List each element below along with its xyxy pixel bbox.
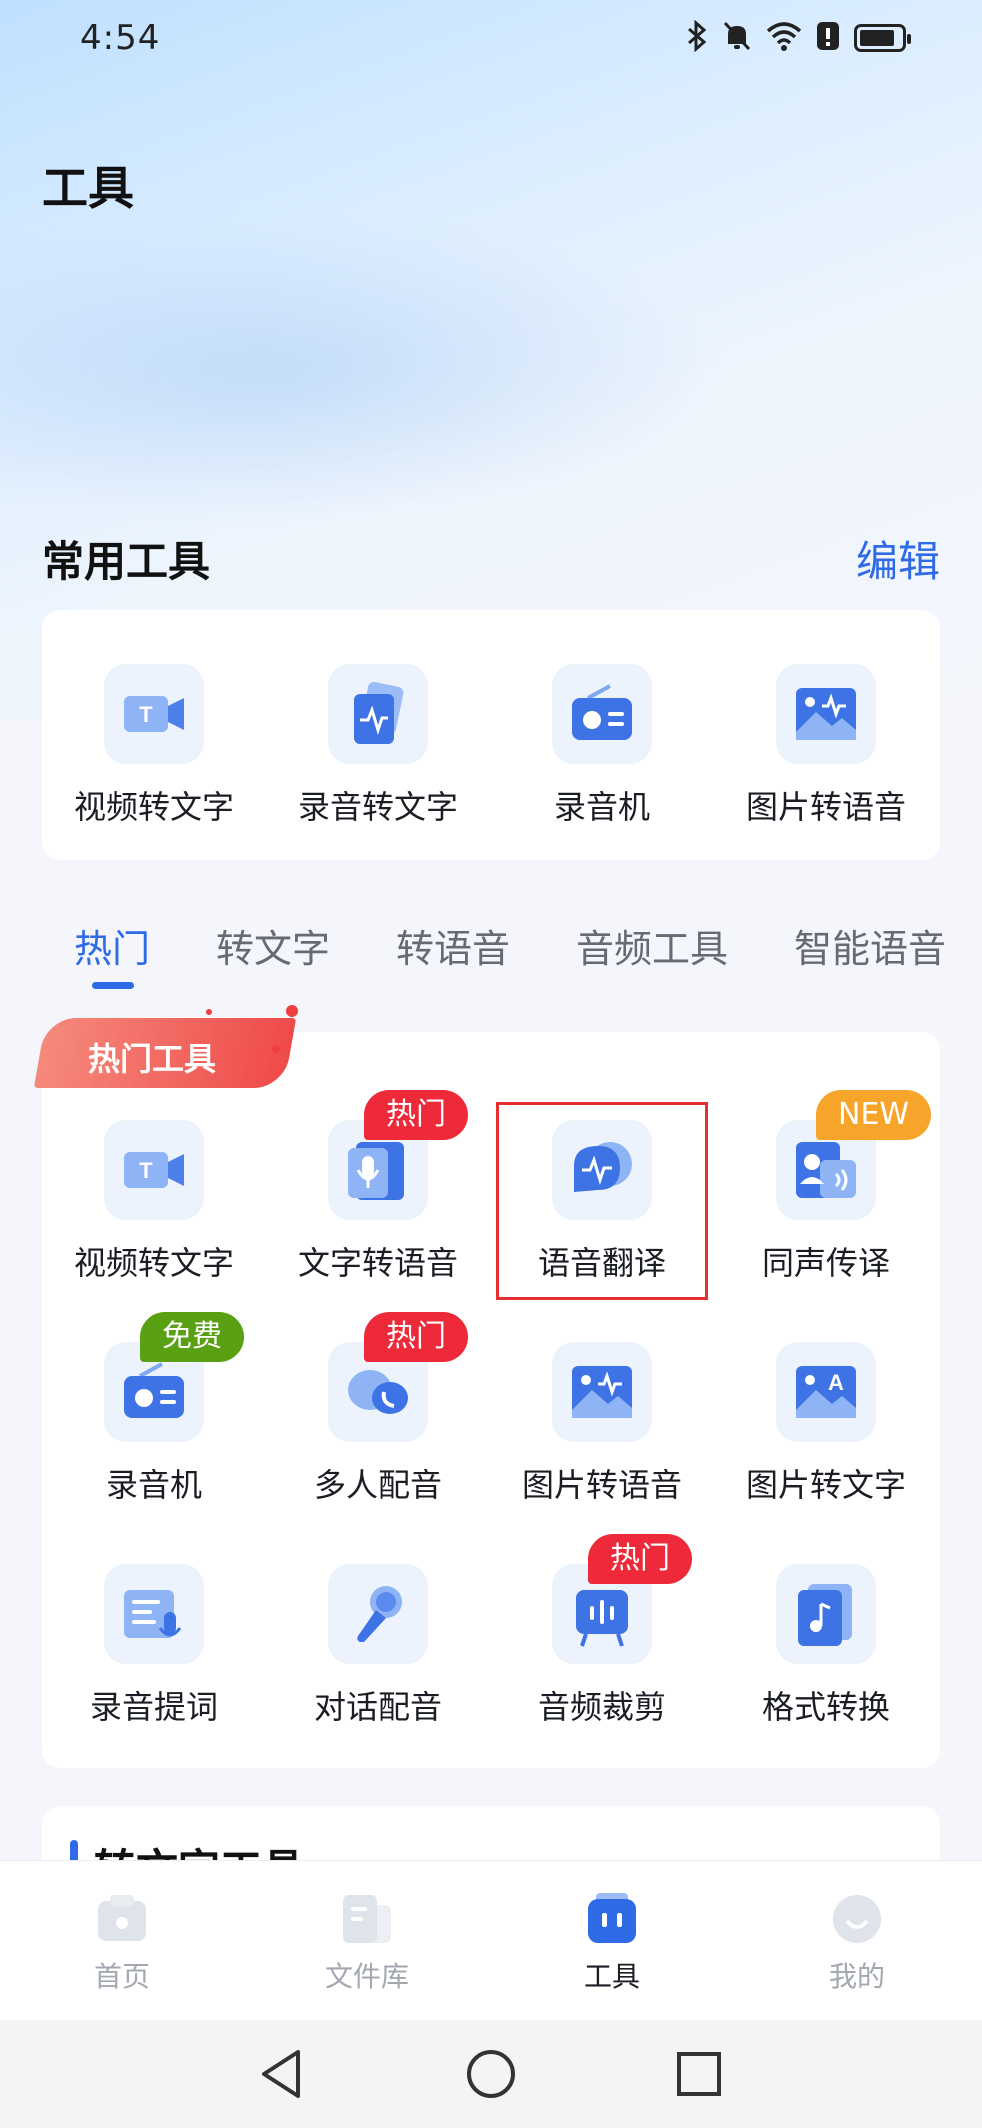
tab-audio-tools[interactable]: 音频工具 xyxy=(576,918,728,973)
tool-label: 录音机 xyxy=(553,788,650,826)
hot-tool-teleprompter[interactable]: 录音提词 xyxy=(42,1564,266,1764)
recent-apps-icon[interactable] xyxy=(667,2042,731,2106)
svg-text:T: T xyxy=(139,702,153,727)
battery-icon xyxy=(854,24,911,52)
tool-label: 文字转语音 xyxy=(297,1244,458,1282)
bluetooth-icon xyxy=(686,19,708,56)
tool-label: 视频转文字 xyxy=(73,788,234,826)
nav-label: 首页 xyxy=(93,1960,150,1993)
home-circle-icon[interactable] xyxy=(459,2042,523,2106)
nav-label: 文件库 xyxy=(324,1960,409,1993)
system-nav-bar xyxy=(0,2020,982,2128)
home-icon xyxy=(94,1891,150,1947)
ribbon-decoration xyxy=(206,1009,212,1015)
header-banner-blur xyxy=(0,220,720,520)
tab-hot[interactable]: 热门 xyxy=(74,918,150,973)
tools-icon xyxy=(584,1891,640,1947)
svg-text:A: A xyxy=(828,1370,844,1395)
profile-icon xyxy=(829,1891,885,1947)
highlight-box xyxy=(496,1102,708,1300)
tool-label: 音频裁剪 xyxy=(537,1688,666,1726)
nav-profile[interactable]: 我的 xyxy=(777,1891,937,1995)
back-icon[interactable] xyxy=(250,2042,314,2106)
tool-label: 视频转文字 xyxy=(73,1244,234,1282)
common-tools-card: T 视频转文字 录音转文字 录音机 图片转语音 xyxy=(42,610,940,860)
new-badge: NEW xyxy=(816,1090,932,1140)
nav-label: 我的 xyxy=(828,1960,885,1993)
bottom-nav: 首页 文件库 工具 我的 xyxy=(0,1860,982,2020)
file-library-icon xyxy=(339,1891,395,1947)
hot-tool-recorder[interactable]: 免费 录音机 xyxy=(42,1312,266,1542)
ribbon-decoration xyxy=(286,1005,298,1017)
video-text-icon: T xyxy=(104,1120,204,1220)
tool-label: 格式转换 xyxy=(761,1688,890,1726)
image-text-icon: A xyxy=(776,1342,876,1442)
tool-label: 图片转语音 xyxy=(745,788,906,826)
nav-tools[interactable]: 工具 xyxy=(532,1891,692,1995)
nav-file-library[interactable]: 文件库 xyxy=(287,1891,447,1995)
tool-label: 多人配音 xyxy=(313,1466,442,1504)
wifi-icon xyxy=(766,21,802,55)
edit-button[interactable]: 编辑 xyxy=(856,528,940,589)
recorder-icon xyxy=(552,664,652,764)
video-text-icon: T xyxy=(104,664,204,764)
hot-badge: 热门 xyxy=(588,1534,692,1584)
svg-text:T: T xyxy=(139,1158,153,1183)
hot-tool-multi-dubbing[interactable]: 热门 多人配音 xyxy=(266,1312,490,1542)
status-icons xyxy=(686,19,911,56)
alert-icon xyxy=(816,20,840,56)
status-bar: 4:54 xyxy=(0,0,982,80)
hot-tools-ribbon-label: 热门工具 xyxy=(88,1040,217,1078)
ribbon-decoration xyxy=(272,1045,280,1053)
category-tabs: 热门 转文字 转语音 音频工具 智能语音 xyxy=(0,918,982,998)
tool-label: 录音转文字 xyxy=(297,788,458,826)
active-tab-indicator xyxy=(92,982,134,989)
teleprompter-icon xyxy=(104,1564,204,1664)
hot-badge: 热门 xyxy=(364,1090,468,1140)
common-tool-video-text[interactable]: T 视频转文字 xyxy=(42,664,266,864)
tool-label: 对话配音 xyxy=(313,1688,442,1726)
dialogue-dubbing-icon xyxy=(328,1564,428,1664)
page-title: 工具 xyxy=(42,161,134,215)
image-voice-icon xyxy=(776,664,876,764)
hot-tool-simultaneous-interpret[interactable]: NEW 同声传译 xyxy=(714,1090,938,1320)
hot-tool-dialogue-dubbing[interactable]: 对话配音 xyxy=(266,1564,490,1764)
free-badge: 免费 xyxy=(140,1312,244,1362)
nav-home[interactable]: 首页 xyxy=(42,1891,202,1995)
hot-tool-image-text[interactable]: A 图片转文字 xyxy=(714,1342,938,1542)
hot-badge: 热门 xyxy=(364,1312,468,1362)
tab-smart-voice[interactable]: 智能语音 xyxy=(794,918,946,973)
common-tool-recorder[interactable]: 录音机 xyxy=(490,664,714,864)
nav-label: 工具 xyxy=(583,1960,640,1993)
hot-tool-image-voice[interactable]: 图片转语音 xyxy=(490,1342,714,1542)
tool-label: 录音提词 xyxy=(89,1688,218,1726)
hot-tool-format-convert[interactable]: 格式转换 xyxy=(714,1564,938,1764)
format-convert-icon xyxy=(776,1564,876,1664)
tab-to-voice[interactable]: 转语音 xyxy=(396,918,510,973)
tool-label: 图片转文字 xyxy=(745,1466,906,1504)
common-tool-image-voice[interactable]: 图片转语音 xyxy=(714,664,938,864)
tool-label: 录音机 xyxy=(105,1466,202,1504)
common-tool-recording-text[interactable]: 录音转文字 xyxy=(266,664,490,864)
recording-text-icon xyxy=(328,664,428,764)
hot-tool-video-text[interactable]: T 视频转文字 xyxy=(42,1120,266,1320)
tool-label: 图片转语音 xyxy=(521,1466,682,1504)
hot-tool-audio-cut[interactable]: 热门 音频裁剪 xyxy=(490,1534,714,1764)
common-tools-title: 常用工具 xyxy=(42,537,211,586)
hot-tool-text-voice[interactable]: 热门 文字转语音 xyxy=(266,1090,490,1320)
mute-icon xyxy=(722,20,752,56)
status-time: 4:54 xyxy=(80,18,161,58)
image-voice-icon xyxy=(552,1342,652,1442)
tab-to-text[interactable]: 转文字 xyxy=(216,918,330,973)
tool-label: 同声传译 xyxy=(761,1244,890,1282)
